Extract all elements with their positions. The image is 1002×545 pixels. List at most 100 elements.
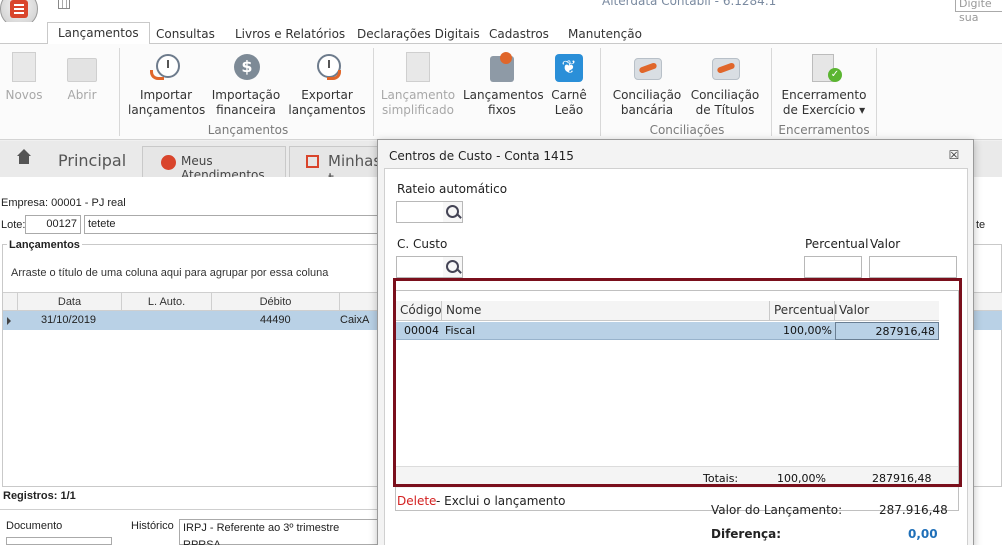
col-header-codigo[interactable]: Código bbox=[396, 301, 442, 320]
col-header-valor[interactable]: Valor bbox=[835, 301, 939, 320]
rateio-input[interactable] bbox=[396, 201, 444, 223]
truncated-label: te bbox=[976, 219, 986, 231]
cell-valor[interactable]: 287916,48 bbox=[835, 322, 939, 340]
encerramento-label-1: Encerramento bbox=[781, 88, 867, 102]
divider bbox=[0, 509, 380, 510]
row-indicator-icon bbox=[7, 317, 11, 325]
home-icon[interactable] bbox=[16, 149, 32, 165]
centros-custo-dialog: Centros de Custo - Conta 1415 ☒ Rateio a… bbox=[377, 139, 974, 545]
diferenca-value: 0,00 bbox=[908, 527, 938, 541]
col-header-data[interactable]: Data bbox=[17, 293, 121, 311]
lancamento-simplificado-button[interactable]: Lançamento simplificado bbox=[380, 44, 456, 118]
ribbon-separator bbox=[771, 48, 772, 136]
close-icon[interactable]: ☒ bbox=[947, 148, 961, 162]
col-header-nome[interactable]: Nome bbox=[442, 301, 770, 320]
percentual-input[interactable] bbox=[804, 256, 862, 278]
lancamentos-fixos-button[interactable]: Lançamentos fixos bbox=[463, 44, 544, 118]
simplificado-label-2: simplificado bbox=[381, 103, 455, 117]
valor-input[interactable] bbox=[869, 256, 957, 278]
ccusto-input[interactable] bbox=[396, 256, 444, 278]
carne-leao-button[interactable]: ❦ Carnê Leão bbox=[548, 44, 590, 118]
abrir-button[interactable]: Abrir bbox=[62, 44, 102, 103]
empresa-label: Empresa: 00001 - PJ real bbox=[1, 197, 126, 209]
encerramento-exercicio-button[interactable]: ✓ Encerramento de Exercício ▾ bbox=[780, 44, 868, 118]
ribbon-separator bbox=[600, 48, 601, 136]
col-header-debito[interactable]: Débito bbox=[211, 293, 339, 311]
top-search-input[interactable]: Digite sua bbox=[955, 0, 1002, 24]
importacao-financeira-button[interactable]: $ Importação financeira bbox=[210, 44, 282, 118]
export-clock-icon bbox=[311, 52, 343, 84]
fixos-label-1: Lançamentos bbox=[463, 88, 544, 102]
tab-minhas[interactable]: Minhas t bbox=[289, 146, 381, 188]
tab-livros-relatorios[interactable]: Livros e Relatórios bbox=[235, 25, 345, 44]
conciliation-icon bbox=[709, 52, 741, 84]
col-header-l-auto[interactable]: L. Auto. bbox=[121, 293, 211, 311]
dialog-title: Centros de Custo - Conta 1415 bbox=[389, 149, 574, 163]
simplificado-label-1: Lançamento bbox=[380, 88, 456, 102]
lote-label: Lote: bbox=[1, 219, 26, 231]
cell-codigo: 00004 bbox=[404, 324, 439, 337]
pin-icon bbox=[486, 52, 518, 84]
importar-label-1: Importar bbox=[139, 88, 193, 102]
delete-key-label: Delete bbox=[397, 494, 437, 508]
tab-consultas[interactable]: Consultas bbox=[156, 25, 215, 44]
ribbon-separator bbox=[876, 48, 877, 136]
lancamentos-group-title: Lançamentos bbox=[7, 239, 82, 251]
conciliation-icon bbox=[631, 52, 663, 84]
ribbon-separator bbox=[373, 48, 374, 136]
tab-cadastros[interactable]: Cadastros bbox=[489, 25, 549, 44]
novos-button[interactable]: Novos bbox=[4, 44, 44, 103]
tab-principal[interactable]: Principal bbox=[58, 145, 126, 177]
documento-field[interactable] bbox=[6, 537, 112, 545]
rateio-label: Rateio automático bbox=[397, 182, 508, 196]
window-title: Alterdata Contábil - 6.1284.1 bbox=[602, 0, 777, 8]
cell-debito: 44490 bbox=[260, 314, 291, 326]
historico-field[interactable]: IRPJ - Referente ao 3º trimestre RPRSA bbox=[179, 519, 379, 545]
title-bar: Alterdata Contábil - 6.1284.1 Digite sua bbox=[0, 0, 1002, 28]
group-label-encerramentos: Encerramentos bbox=[778, 123, 870, 137]
new-document-icon bbox=[402, 52, 434, 84]
abrir-label: Abrir bbox=[67, 88, 97, 102]
importacao-label-1: Importação bbox=[211, 88, 281, 102]
ccusto-search-icon[interactable] bbox=[443, 256, 463, 278]
cell-percentual: 100,00% bbox=[783, 324, 832, 337]
totais-percentual: 100,00% bbox=[777, 472, 826, 485]
ribbon: Novos Abrir Importar lançamentos $ Impor… bbox=[0, 44, 1002, 140]
group-label-lancamentos: Lançamentos bbox=[207, 123, 289, 137]
lote-number-field[interactable]: 00127 bbox=[25, 215, 81, 234]
cell-nome: Fiscal bbox=[445, 324, 476, 337]
paw-icon: ❦ bbox=[553, 52, 585, 84]
new-document-icon bbox=[8, 52, 40, 84]
tab-manutencao[interactable]: Manutenção bbox=[568, 25, 642, 44]
conc-bancaria-label-1: Conciliação bbox=[612, 88, 682, 102]
conciliacao-titulos-button[interactable]: Conciliação de Títulos bbox=[690, 44, 760, 118]
tab-declaracoes-digitais[interactable]: Declarações Digitais bbox=[357, 25, 480, 44]
conciliacao-bancaria-button[interactable]: Conciliação bancária bbox=[612, 44, 682, 118]
rateio-search-icon[interactable] bbox=[443, 201, 463, 223]
importar-lancamentos-button[interactable]: Importar lançamentos bbox=[128, 44, 205, 118]
fixos-label-2: fixos bbox=[488, 103, 516, 117]
tab-lancamentos[interactable]: Lançamentos bbox=[47, 22, 150, 45]
group-label-conciliacoes: Conciliações bbox=[649, 123, 725, 137]
cc-grid-header: Código Nome Percentual Valor bbox=[396, 301, 939, 321]
atendimentos-icon bbox=[161, 155, 176, 170]
ccusto-label: C. Custo bbox=[397, 237, 448, 251]
cell-data: 31/10/2019 bbox=[41, 314, 97, 326]
table-row[interactable]: 00004 Fiscal 100,00% 287916,48 bbox=[396, 322, 939, 340]
valor-label: Valor bbox=[870, 237, 901, 251]
conc-bancaria-label-2: bancária bbox=[620, 103, 674, 117]
tab-meus-atendimentos[interactable]: Meus Atendimentos bbox=[142, 146, 286, 182]
valor-lancamento-label: Valor do Lançamento: bbox=[711, 503, 843, 517]
checkbox-icon bbox=[306, 155, 319, 168]
diferenca-label: Diferença: bbox=[711, 527, 782, 541]
col-header-percentual[interactable]: Percentual bbox=[770, 301, 837, 320]
quick-access-grid-icon[interactable] bbox=[58, 0, 70, 9]
lote-description-field[interactable]: tetete bbox=[84, 215, 384, 234]
exportar-label-1: Exportar bbox=[301, 88, 353, 102]
cell-extra: CaixA bbox=[340, 314, 370, 326]
delete-description: - Exclui o lançamento bbox=[436, 494, 566, 508]
exportar-lancamentos-button[interactable]: Exportar lançamentos bbox=[288, 44, 366, 118]
carne-label-2: Leão bbox=[554, 103, 584, 117]
conc-titulos-label-1: Conciliação bbox=[690, 88, 760, 102]
totais-valor: 287916,48 bbox=[872, 472, 932, 485]
